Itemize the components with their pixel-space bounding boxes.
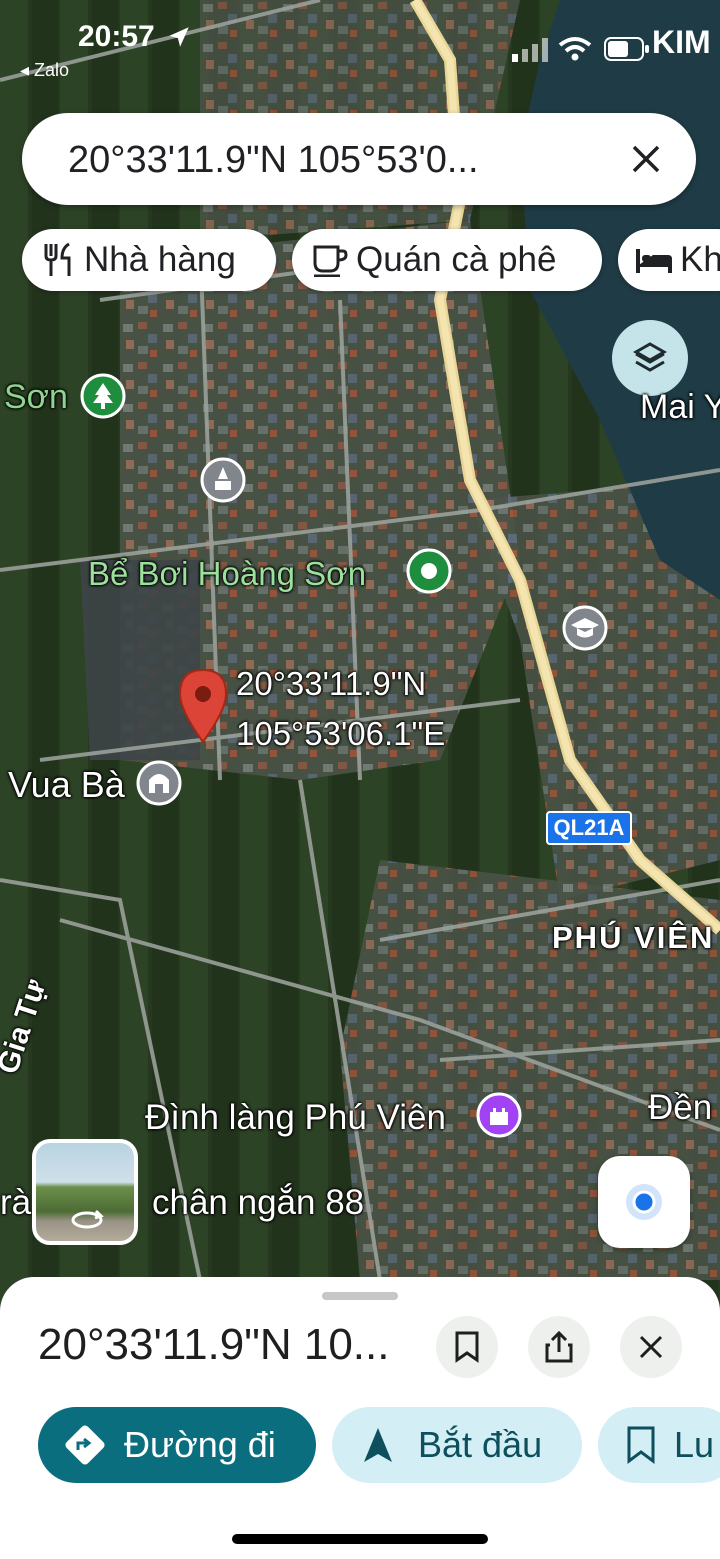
- search-query[interactable]: 20°33'11.9"N 105°53'0...: [68, 139, 598, 182]
- utensils-icon: [44, 242, 71, 276]
- chip-hotels[interactable]: Kh: [618, 229, 720, 291]
- my-location-button[interactable]: [598, 1156, 690, 1248]
- map-label-mai: Mai Y: [640, 388, 720, 426]
- start-label: Bắt đầu: [418, 1424, 543, 1465]
- map-label-be-boi[interactable]: Bể Bơi Hoàng Sơn: [88, 555, 366, 593]
- school-poi-icon[interactable]: [562, 605, 608, 655]
- close-icon: [639, 1335, 663, 1359]
- map-label-chan-ngan[interactable]: chân ngắn 88: [152, 1183, 364, 1223]
- cellular-signal-icon: [512, 38, 548, 62]
- navigation-arrow-icon: [364, 1428, 392, 1462]
- share-button[interactable]: [528, 1316, 590, 1378]
- map-label-tra: rà: [0, 1183, 32, 1222]
- map-label-den: Đền: [648, 1088, 713, 1127]
- location-arrow-icon: [169, 27, 189, 47]
- chip-label: Nhà hàng: [84, 240, 236, 279]
- landmark-poi-icon[interactable]: [476, 1092, 522, 1142]
- pin-longitude-label: 105°53'06.1"E: [236, 715, 446, 752]
- location-pin-icon[interactable]: [178, 668, 228, 744]
- street-view-thumbnail[interactable]: [32, 1139, 138, 1245]
- layers-icon: [632, 342, 668, 372]
- maps-screen: 20:57 ◂ Zalo KIM 20°33'11.9"N 105°53'0..…: [0, 0, 720, 1559]
- chip-coffee[interactable]: Quán cà phê: [292, 229, 602, 291]
- pool-poi-icon[interactable]: [406, 548, 452, 598]
- directions-label: Đường đi: [124, 1424, 276, 1465]
- chip-restaurants[interactable]: Nhà hàng: [22, 229, 276, 291]
- my-location-icon: [626, 1184, 662, 1220]
- save-place-button[interactable]: [436, 1316, 498, 1378]
- layers-button[interactable]: [612, 320, 688, 396]
- carrier-label: KIM: [652, 24, 711, 60]
- bookmark-icon: [455, 1331, 479, 1363]
- close-icon[interactable]: [620, 133, 672, 185]
- worship-poi-icon[interactable]: [200, 457, 246, 507]
- wifi-icon: [558, 37, 592, 61]
- status-time: 20:57: [78, 20, 155, 53]
- save-label: Lu: [674, 1424, 715, 1465]
- bookmark-icon: [627, 1426, 655, 1464]
- start-button[interactable]: Bắt đầu: [332, 1407, 582, 1483]
- sheet-drag-handle[interactable]: [322, 1292, 398, 1300]
- directions-button[interactable]: Đường đi: [38, 1407, 316, 1483]
- route-shield: QL21A: [546, 811, 632, 845]
- chip-label: Kh: [680, 240, 720, 279]
- bed-icon: [636, 249, 672, 273]
- place-title: 20°33'11.9"N 10...: [38, 1320, 390, 1369]
- chip-label: Quán cà phê: [356, 240, 557, 279]
- map-label-vua-ba: Vua Bà: [8, 764, 125, 805]
- rotate-360-icon: [71, 1209, 104, 1229]
- directions-icon: [65, 1425, 105, 1465]
- map-label-son: Sơn: [4, 378, 68, 416]
- temple-poi-icon[interactable]: [136, 760, 182, 810]
- battery-icon: [604, 37, 649, 61]
- park-poi-icon[interactable]: [80, 373, 126, 423]
- coffee-cup-icon: [313, 245, 348, 277]
- close-sheet-button[interactable]: [620, 1316, 682, 1378]
- map-label-dinh-lang[interactable]: Đình làng Phú Viên: [145, 1098, 446, 1138]
- pin-latitude-label: 20°33'11.9"N: [236, 665, 427, 702]
- home-indicator[interactable]: [232, 1534, 488, 1544]
- map-label-phu-vien: PHÚ VIÊN: [552, 920, 715, 955]
- save-button[interactable]: Lu: [598, 1407, 720, 1483]
- back-to-app-link[interactable]: ◂ Zalo: [20, 60, 69, 81]
- share-icon: [545, 1330, 573, 1363]
- search-bar[interactable]: 20°33'11.9"N 105°53'0...: [22, 113, 696, 205]
